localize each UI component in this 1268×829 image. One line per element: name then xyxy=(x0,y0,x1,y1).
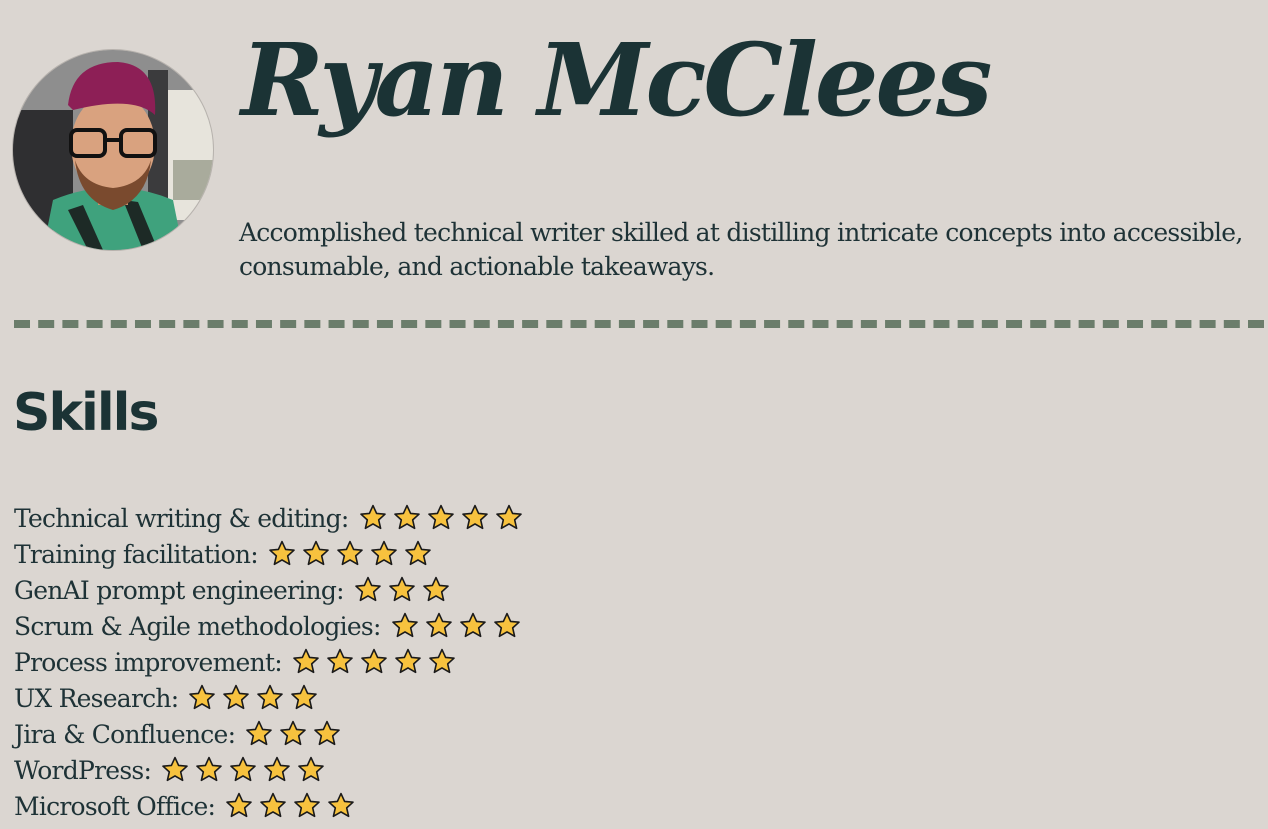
star-icon xyxy=(361,648,387,674)
star-icon xyxy=(162,756,188,782)
star-icon xyxy=(293,648,319,674)
star-icon xyxy=(223,684,250,710)
star-icon xyxy=(303,540,329,566)
skill-row: WordPress: xyxy=(14,752,529,788)
skill-rating xyxy=(359,504,529,532)
skill-label: Jira & Confluence: xyxy=(14,719,236,749)
star-icon xyxy=(493,612,520,638)
star-icon xyxy=(294,792,321,818)
star-icon xyxy=(495,504,522,530)
star-icon xyxy=(298,756,324,782)
skill-label: Process improvement: xyxy=(14,647,283,677)
skill-row: Training facilitation: xyxy=(14,536,529,572)
skill-label: Training facilitation: xyxy=(14,539,259,569)
skill-label: WordPress: xyxy=(14,755,152,785)
star-icon xyxy=(422,576,449,602)
star-icon xyxy=(226,792,253,818)
star-icon xyxy=(359,504,386,530)
star-icon xyxy=(264,756,290,782)
skill-label: UX Research: xyxy=(14,683,179,713)
star-icon xyxy=(459,612,486,638)
skill-row: Process improvement: xyxy=(14,644,529,680)
star-icon xyxy=(230,756,256,782)
skills-heading: Skills xyxy=(13,383,159,443)
star-icon xyxy=(461,504,488,530)
skill-row: UX Research: xyxy=(14,680,529,716)
avatar xyxy=(13,50,213,250)
star-icon xyxy=(391,612,418,638)
star-icon xyxy=(246,720,273,746)
star-icon xyxy=(269,540,295,566)
star-icon xyxy=(354,576,381,602)
profile-name: Ryan McClees xyxy=(241,21,992,139)
star-icon xyxy=(425,612,452,638)
star-icon xyxy=(291,684,318,710)
skill-label: Scrum & Agile methodologies: xyxy=(14,611,381,641)
skill-row: Jira & Confluence: xyxy=(14,716,529,752)
profile-photo xyxy=(13,50,213,250)
skill-rating xyxy=(161,756,331,784)
skill-rating xyxy=(225,792,361,820)
star-icon xyxy=(328,792,355,818)
skill-label: Microsoft Office: xyxy=(14,791,216,821)
star-icon xyxy=(314,720,341,746)
star-icon xyxy=(393,504,420,530)
skill-row: GenAI prompt engineering: xyxy=(14,572,529,608)
star-icon xyxy=(280,720,307,746)
skill-rating xyxy=(188,684,324,712)
star-icon xyxy=(429,648,455,674)
profile-tagline: Accomplished technical writer skilled at… xyxy=(239,218,1243,281)
skill-label: GenAI prompt engineering: xyxy=(14,575,345,605)
skill-rating xyxy=(292,648,462,676)
skill-rating xyxy=(245,720,347,748)
skills-list: Technical writing & editing: Training fac… xyxy=(14,500,529,824)
star-icon xyxy=(189,684,216,710)
star-icon xyxy=(395,648,421,674)
star-icon xyxy=(388,576,415,602)
star-icon xyxy=(427,504,454,530)
star-icon xyxy=(405,540,431,566)
skill-label: Technical writing & editing: xyxy=(14,503,349,533)
star-icon xyxy=(257,684,284,710)
skill-row: Microsoft Office: xyxy=(14,788,529,824)
star-icon xyxy=(260,792,287,818)
skill-row: Technical writing & editing: xyxy=(14,500,529,536)
skill-rating xyxy=(354,576,456,604)
star-icon xyxy=(196,756,222,782)
star-icon xyxy=(371,540,397,566)
star-icon xyxy=(327,648,353,674)
section-divider xyxy=(14,320,1264,328)
skill-rating xyxy=(268,540,438,568)
skill-rating xyxy=(391,612,527,640)
star-icon xyxy=(337,540,363,566)
skill-row: Scrum & Agile methodologies: xyxy=(14,608,529,644)
